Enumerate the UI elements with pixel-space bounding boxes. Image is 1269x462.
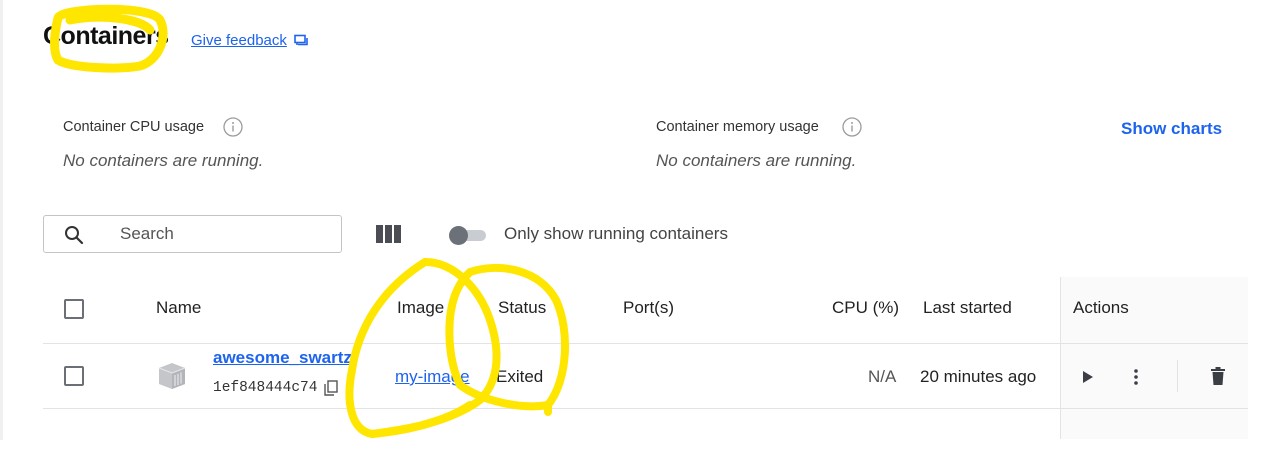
info-icon[interactable] <box>223 117 243 137</box>
delete-icon[interactable] <box>1211 367 1225 385</box>
column-header-ports[interactable]: Port(s) <box>623 298 674 318</box>
select-all-checkbox[interactable] <box>64 299 84 319</box>
cpu-value: N/A <box>868 367 897 386</box>
info-icon[interactable] <box>842 117 862 137</box>
actions-divider <box>1060 277 1061 439</box>
last-started-value: 20 minutes ago <box>920 367 1037 386</box>
more-options-icon[interactable] <box>1133 368 1139 386</box>
column-header-cpu[interactable]: CPU (%) <box>832 298 899 318</box>
action-separator <box>1177 360 1178 392</box>
container-icon <box>158 363 186 389</box>
status-text: Exited <box>496 367 544 386</box>
running-only-toggle[interactable] <box>449 226 487 245</box>
column-header-last-started[interactable]: Last started <box>923 298 1012 318</box>
memory-usage-empty-text: No containers are running. <box>656 151 857 170</box>
header-divider <box>43 343 1248 344</box>
container-id: 1ef848444c74 <box>213 380 318 396</box>
play-icon[interactable] <box>1082 370 1094 384</box>
toggle-knob <box>449 226 468 245</box>
image-link[interactable]: my-image <box>395 367 470 387</box>
search-input[interactable] <box>120 222 330 246</box>
container-name-link[interactable]: awesome_swartz <box>213 348 352 368</box>
row-divider <box>43 408 1248 409</box>
show-charts-button[interactable]: Show charts <box>1121 119 1222 139</box>
row-checkbox[interactable] <box>64 366 84 386</box>
search-icon <box>65 226 84 245</box>
give-feedback-link[interactable]: Give feedback <box>191 32 287 49</box>
running-only-label: Only show running containers <box>504 224 728 243</box>
memory-usage-label: Container memory usage <box>656 119 819 135</box>
columns-icon[interactable] <box>376 225 401 243</box>
page-title: Containers <box>43 22 169 50</box>
left-edge <box>0 0 3 440</box>
column-header-name[interactable]: Name <box>156 298 201 318</box>
cpu-usage-label: Container CPU usage <box>63 119 205 135</box>
column-header-actions: Actions <box>1073 298 1129 317</box>
feedback-icon[interactable] <box>294 34 309 48</box>
column-header-status[interactable]: Status <box>498 298 546 318</box>
cpu-usage-empty-text: No containers are running. <box>63 151 264 170</box>
search-box[interactable] <box>43 215 342 253</box>
copy-icon[interactable] <box>324 380 338 396</box>
column-header-image[interactable]: Image <box>397 298 444 318</box>
